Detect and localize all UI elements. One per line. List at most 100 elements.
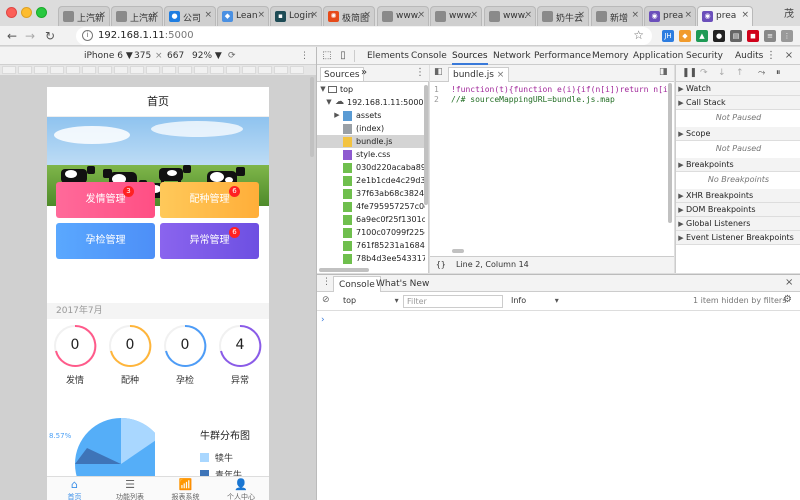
tree-row-file[interactable]: 2e1b1cde4c29d304: [317, 174, 425, 187]
url-text[interactable]: 192.168.1.11:5000: [98, 30, 194, 41]
bookmark-star-icon[interactable]: ☆: [633, 28, 644, 42]
device-height[interactable]: 667: [167, 51, 184, 61]
tree-row-file[interactable]: 6a9ec0f25f1301c1: [317, 213, 425, 226]
code-content[interactable]: !function(t){function e(i){if(n[i])retur…: [451, 85, 673, 105]
log-level-select[interactable]: Info ▾: [511, 296, 559, 305]
expand-arrow-icon[interactable]: ▶: [333, 109, 341, 122]
close-tab-icon[interactable]: ×: [204, 10, 212, 20]
drawer-menu-icon[interactable]: ⋮: [322, 277, 331, 287]
minimize-window-button[interactable]: [21, 7, 32, 18]
close-tab-icon[interactable]: ×: [151, 10, 159, 20]
reload-icon[interactable]: ↻: [42, 28, 58, 44]
file-tab-bundle[interactable]: bundle.js ×: [448, 67, 510, 82]
step-into-icon[interactable]: ↓: [718, 68, 726, 78]
browser-tab[interactable]: ● 公司 ×: [164, 6, 216, 26]
drawer-tab-whats-new[interactable]: What's New: [371, 276, 434, 292]
profile-avatar[interactable]: 茂: [784, 5, 794, 20]
viewport-scrollbar[interactable]: [310, 77, 314, 157]
tree-row-file[interactable]: 030d220acaba8980: [317, 161, 425, 174]
debugger-section[interactable]: ▶ Scope: [676, 127, 800, 141]
tree-row-top[interactable]: ▼ top: [317, 83, 425, 96]
browser-tab[interactable]: ◉ prea ×: [644, 6, 696, 26]
menu-tile[interactable]: 孕检管理: [56, 223, 155, 259]
navigator-scrollbar[interactable]: [424, 85, 428, 205]
navigator-sources-tab[interactable]: Sources: [320, 67, 364, 81]
close-file-icon[interactable]: ×: [497, 70, 505, 80]
browser-tab[interactable]: ▪ Login ×: [270, 6, 322, 26]
console-settings-gear-icon[interactable]: ⚙: [783, 294, 792, 305]
extension-icon[interactable]: ●: [713, 30, 725, 42]
close-tab-icon[interactable]: ×: [684, 10, 692, 20]
tab-chart[interactable]: 📶 报表系统: [158, 477, 213, 500]
toggle-debugger-icon[interactable]: ◨: [659, 67, 668, 77]
close-tab-icon[interactable]: ×: [310, 10, 318, 20]
devtools-tab[interactable]: Console: [411, 47, 447, 65]
devtools-tab[interactable]: Elements: [367, 47, 409, 65]
extension-icon[interactable]: ⋮: [781, 30, 793, 42]
tree-row-file[interactable]: (index): [317, 122, 425, 135]
close-tab-icon[interactable]: ×: [470, 10, 478, 20]
devtools-tab[interactable]: Network: [493, 47, 531, 65]
browser-tab[interactable]: ◆ Lean ×: [217, 6, 269, 26]
extension-icon[interactable]: JH: [662, 30, 674, 42]
close-tab-icon[interactable]: ×: [631, 10, 639, 20]
tree-row-file[interactable]: 7100c07099f225e7: [317, 226, 425, 239]
close-window-button[interactable]: [6, 7, 17, 18]
tab-user[interactable]: 👤 个人中心: [214, 477, 269, 500]
step-over-icon[interactable]: ↷: [700, 68, 708, 78]
debugger-section[interactable]: ▶ Call Stack: [676, 96, 800, 110]
stat-ring[interactable]: 0 配种: [108, 324, 152, 386]
devtools-tab[interactable]: Sources: [452, 47, 488, 65]
device-select[interactable]: iPhone 6 ▼: [84, 51, 133, 61]
zoom-select[interactable]: 92% ▼: [192, 51, 222, 61]
device-more-icon[interactable]: ⋮: [300, 51, 309, 61]
stat-ring[interactable]: 4 异常: [218, 324, 262, 386]
browser-tab[interactable]: 奶牛云 ×: [537, 6, 589, 26]
zoom-window-button[interactable]: [36, 7, 47, 18]
extension-icon[interactable]: ▤: [730, 30, 742, 42]
close-tab-icon[interactable]: ×: [741, 10, 749, 20]
close-tab-icon[interactable]: ×: [577, 10, 585, 20]
inspect-element-icon[interactable]: ⬚: [321, 50, 333, 62]
navigator-hscrollbar[interactable]: [319, 268, 369, 272]
browser-tab[interactable]: 新增 ×: [591, 6, 643, 26]
code-line-2[interactable]: //# sourceMappingURL=bundle.js.map: [451, 95, 615, 104]
console-filter-input[interactable]: Filter: [403, 295, 503, 308]
address-bar[interactable]: i 192.168.1.11:5000 ☆: [76, 27, 652, 45]
debugger-section[interactable]: ▶ Event Listener Breakpoints: [676, 231, 800, 245]
menu-tile[interactable]: 发情管理 3: [56, 182, 155, 218]
browser-tab[interactable]: www. ×: [484, 6, 536, 26]
debugger-section[interactable]: ▶ Breakpoints: [676, 158, 800, 172]
devtools-tab[interactable]: Memory: [592, 47, 629, 65]
browser-tab[interactable]: ✺ 极简图 ×: [323, 6, 375, 26]
close-tab-icon[interactable]: ×: [363, 10, 371, 20]
step-out-icon[interactable]: ↑: [736, 68, 744, 78]
drawer-close-icon[interactable]: ×: [785, 277, 793, 288]
expand-arrow-icon[interactable]: ▼: [325, 96, 333, 109]
devtools-tab[interactable]: Application: [633, 47, 683, 65]
info-icon[interactable]: i: [82, 30, 93, 41]
tab-home[interactable]: ⌂ 首页: [47, 477, 102, 500]
code-line-1[interactable]: !function(t){function e(i){if(n[i])retur…: [451, 85, 673, 94]
device-toggle-icon[interactable]: ▯: [337, 50, 349, 62]
devtools-tab[interactable]: Audits: [735, 47, 763, 65]
editor-scrollbar[interactable]: [668, 83, 672, 223]
browser-tab[interactable]: ◉ prea ×: [697, 6, 753, 26]
tree-row-file[interactable]: 37f63ab68c3824c6: [317, 187, 425, 200]
debugger-section[interactable]: ▶ Watch: [676, 82, 800, 96]
forward-arrow-icon[interactable]: →: [22, 28, 38, 44]
tree-row-file[interactable]: bundle.js: [317, 135, 425, 148]
deactivate-breakpoints-icon[interactable]: ⤳: [758, 68, 765, 78]
devtools-more-icon[interactable]: ⋮: [765, 50, 777, 62]
tree-row-host[interactable]: ▼ ☁ 192.168.1.11:5000: [317, 96, 425, 109]
context-select[interactable]: top ▾: [343, 296, 399, 305]
tree-row-file[interactable]: style.css: [317, 148, 425, 161]
extension-icon[interactable]: ◆: [679, 30, 691, 42]
menu-tile[interactable]: 异常管理 6: [160, 223, 259, 259]
tree-row-file[interactable]: ▶ assets: [317, 109, 425, 122]
extension-icon[interactable]: ≡: [764, 30, 776, 42]
navigator-more-icon[interactable]: »: [361, 67, 367, 78]
pause-on-exceptions-icon[interactable]: ⏸: [776, 68, 781, 78]
console-prompt[interactable]: ›: [321, 315, 325, 325]
browser-tab[interactable]: www. ×: [377, 6, 429, 26]
